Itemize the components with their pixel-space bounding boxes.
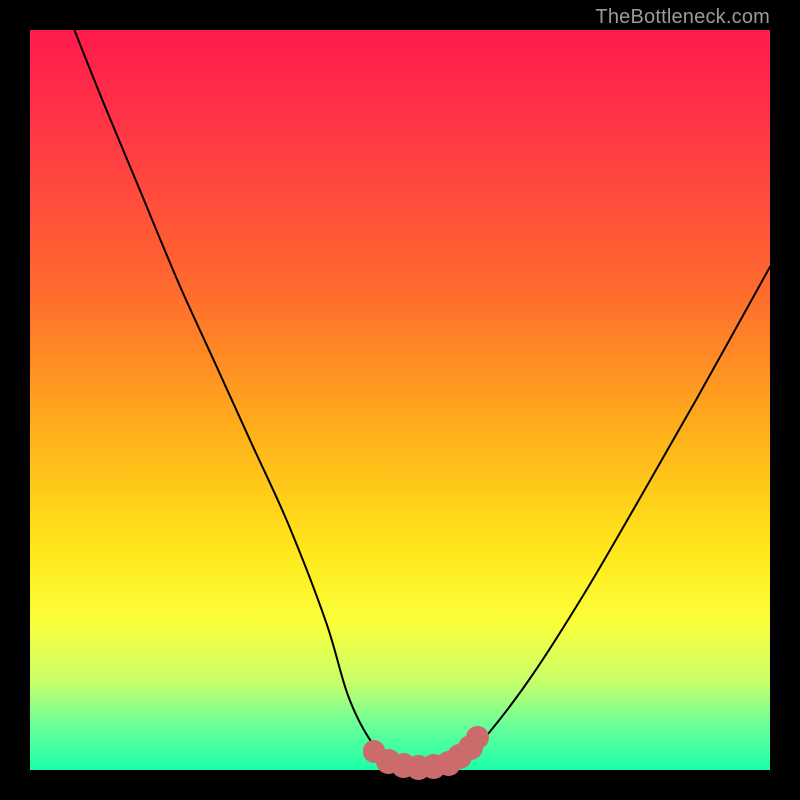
bottleneck-curve — [30, 30, 770, 770]
plot-area — [30, 30, 770, 770]
watermark-text: TheBottleneck.com — [595, 6, 770, 29]
curve-path — [74, 30, 770, 771]
chart-frame: TheBottleneck.com — [0, 0, 800, 800]
